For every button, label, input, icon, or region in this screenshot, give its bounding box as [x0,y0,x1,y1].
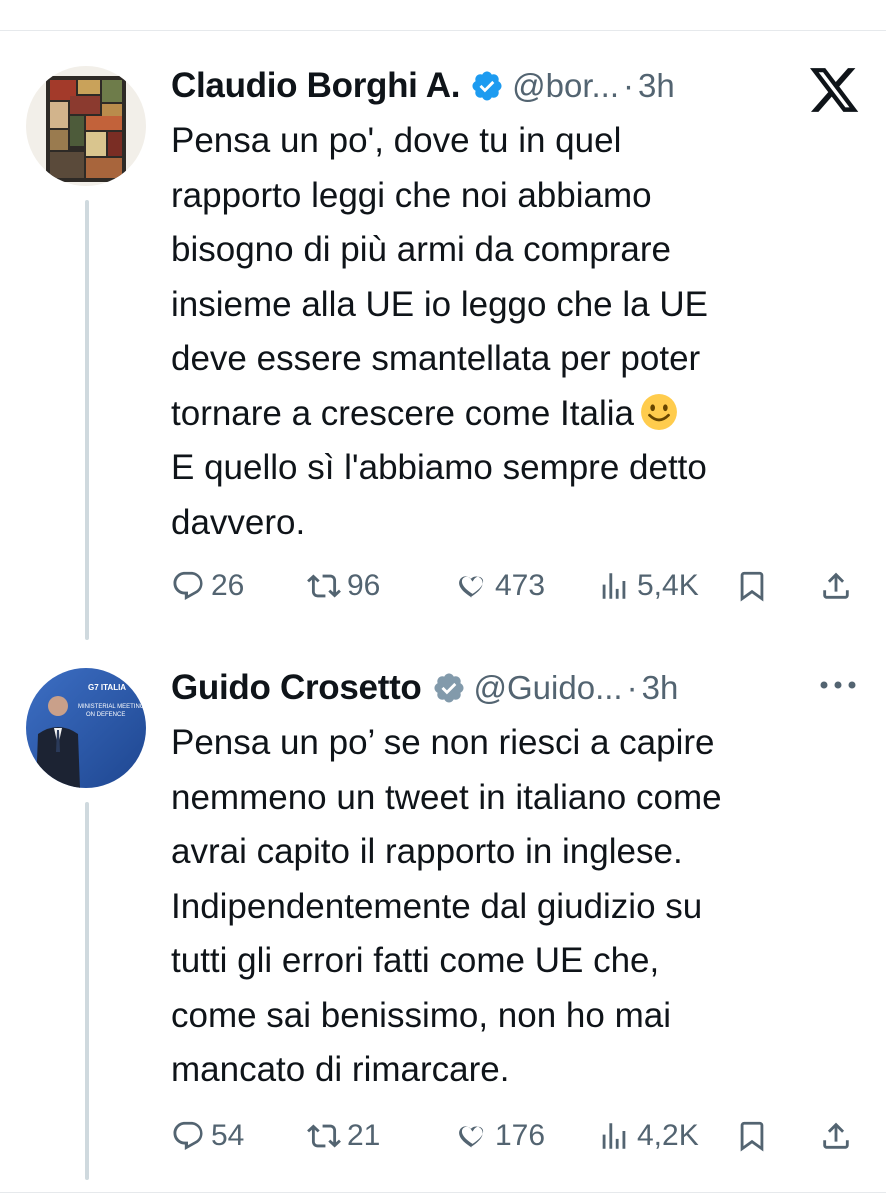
tweet-text-main: Pensa un po', dove tu in quel rapporto l… [171,121,708,433]
avatar-text-g7: G7 ITALIA [88,683,126,692]
like-icon [459,576,484,598]
tweet-text: Pensa un po’ se non riesci a capire nemm… [171,723,722,1089]
separator-dot: · [626,669,638,706]
like-button[interactable]: 176 [455,1114,545,1158]
views-count: 5,4K [637,569,699,602]
avatar-text-defence: ON DEFENCE [86,712,125,718]
author-handle[interactable]: @bor... [512,67,619,105]
top-divider [0,30,886,31]
like-button[interactable]: 473 [455,564,545,608]
like-count: 473 [495,569,546,602]
like-icon [459,1126,484,1148]
tweet-text-cont: E quello sì l'abbiamo sempre detto davve… [171,448,707,542]
tweet-timestamp[interactable]: 3h [642,669,679,707]
views-icon [602,1123,626,1149]
bookmark-icon [740,571,764,602]
repost-button[interactable]: 96 [307,564,380,608]
bottom-divider [0,1192,886,1193]
views-count: 4,2K [637,1119,699,1152]
tweet-action-bar: 26 96 473 5,4K [171,564,871,608]
author-name[interactable]: Guido Crosetto [171,668,422,708]
tweet-action-bar: 54 21 176 4,2K [171,1114,871,1158]
x-logo-icon [810,68,859,112]
more-options-icon[interactable] [818,678,858,692]
verified-badge-icon [472,71,502,101]
avatar-claudio-borghi[interactable] [26,66,146,186]
separator-dot: · [623,67,635,104]
views-button[interactable]: 5,4K [597,564,699,608]
government-verified-badge-icon [433,673,464,703]
repost-icon [307,574,341,598]
avatar-text-meeting: MINISTERIAL MEETING [78,704,145,710]
reply-icon [173,571,203,600]
bookmark-button[interactable] [735,564,769,608]
tweet-header: Claudio Borghi A. @bor... · 3h [171,64,675,108]
bookmark-icon [740,1121,764,1152]
avatar-photo-image: G7 ITALIA MINISTERIAL MEETING ON DEFENCE [26,668,146,788]
avatar-guido-crosetto[interactable]: G7 ITALIA MINISTERIAL MEETING ON DEFENCE [26,668,146,788]
views-button[interactable]: 4,2K [597,1114,699,1158]
tweet-text: Pensa un po', dove tu in quel rapporto l… [171,114,861,550]
like-count: 176 [495,1119,546,1152]
repost-button[interactable]: 21 [307,1114,380,1158]
repost-icon [307,1124,341,1148]
tweet-claudio-borghi[interactable]: Claudio Borghi A. @bor... · 3h Pensa un … [0,60,886,660]
share-icon [823,572,849,599]
author-name[interactable]: Claudio Borghi A. [171,66,460,106]
tweet-header: Guido Crosetto @Guido... · 3h [171,666,678,710]
share-button[interactable] [819,1114,853,1158]
reply-button[interactable]: 54 [171,1114,244,1158]
tweet-timestamp[interactable]: 3h [638,67,675,105]
repost-count: 21 [347,1119,381,1152]
views-icon [602,573,626,599]
avatar-painting-image [26,66,146,186]
reply-count: 26 [211,569,245,602]
reply-icon [173,1121,203,1150]
thread-connector-line-2 [85,802,89,1180]
share-icon [823,1122,849,1149]
thread-connector-line [85,200,89,640]
author-handle[interactable]: @Guido... [474,669,623,707]
tweet-guido-crosetto[interactable]: G7 ITALIA MINISTERIAL MEETING ON DEFENCE… [0,662,886,1182]
bookmark-button[interactable] [735,1114,769,1158]
repost-count: 96 [347,569,381,602]
share-button[interactable] [819,564,853,608]
reply-count: 54 [211,1119,245,1152]
reply-button[interactable]: 26 [171,564,244,608]
smiley-emoji-icon [641,393,677,430]
